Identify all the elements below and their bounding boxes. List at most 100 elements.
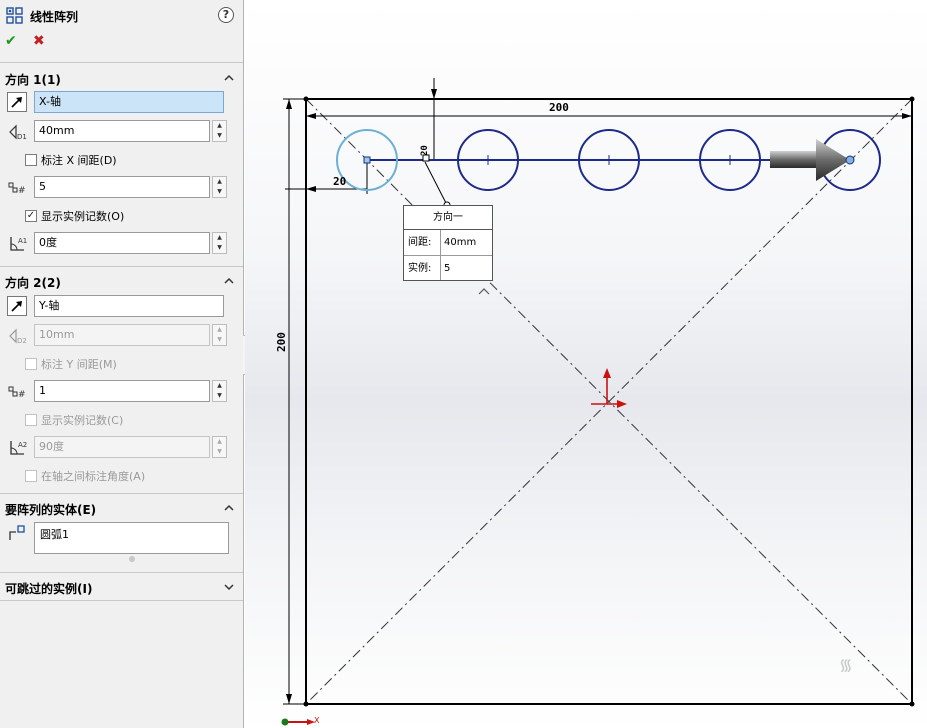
corner-point xyxy=(909,701,915,707)
direction2-count-spinner[interactable]: ▲ ▼ xyxy=(212,380,227,402)
divider xyxy=(0,266,243,267)
panel-title: 线性阵列 xyxy=(30,9,79,24)
svg-text:#: # xyxy=(18,390,26,400)
resize-grip[interactable] xyxy=(129,556,135,562)
angle-icon: A2 xyxy=(6,438,28,458)
callout-count-value[interactable]: 5 xyxy=(440,256,450,280)
direction1-count-spinner[interactable]: ▲ ▼ xyxy=(212,176,227,198)
svg-text:#: # xyxy=(18,186,26,196)
callout-title: 方向一 xyxy=(404,206,492,230)
direction2-angle-spinner[interactable]: ▲ ▼ xyxy=(212,436,227,458)
divider xyxy=(0,572,243,573)
triad-x-label: X xyxy=(314,716,320,725)
list-item[interactable]: 圆弧1 xyxy=(40,526,223,542)
chevron-up-icon xyxy=(478,288,490,295)
dimension-arrow xyxy=(306,186,316,192)
direction1-header[interactable]: 方向 1(1) xyxy=(5,71,61,88)
direction1-dim-checkbox[interactable]: 标注 X 间距(D) xyxy=(25,152,117,168)
checkbox[interactable] xyxy=(25,414,37,426)
dimension-arrow xyxy=(902,113,912,119)
direction-handle-head xyxy=(816,139,850,181)
direction1-spacing-input[interactable]: 40mm xyxy=(34,120,210,142)
callout-spacing-label: 间距: xyxy=(408,237,432,248)
spacing-icon: D1 xyxy=(6,122,28,142)
help-button[interactable]: ? xyxy=(218,7,234,23)
handle-end-point xyxy=(845,155,855,165)
chevron-up-icon[interactable] xyxy=(224,503,234,513)
direction2-angle-checkbox[interactable]: 在轴之间标注角度(A) xyxy=(25,468,145,484)
divider xyxy=(0,62,243,63)
dimension-arrow xyxy=(286,99,292,109)
direction2-count-input[interactable]: 1 xyxy=(34,380,210,402)
chevron-down-icon[interactable] xyxy=(224,582,234,592)
callout-leader xyxy=(424,161,448,206)
linear-pattern-icon xyxy=(6,7,23,24)
graphics-area[interactable]: ᯾ 200 200 20 20 方向一 间距: 40mm 实例: 5 X xyxy=(245,0,927,728)
dimension-top-text[interactable]: 200 xyxy=(549,101,569,114)
entities-header[interactable]: 要阵列的实体(E) xyxy=(5,501,96,518)
callout-count-label: 实例: xyxy=(408,263,432,274)
svg-text:A1: A1 xyxy=(18,237,27,245)
ok-button[interactable]: ✔ xyxy=(5,33,17,49)
svg-text:D2: D2 xyxy=(17,337,27,345)
dimension-arrow xyxy=(286,694,292,704)
direction2-spacing-input[interactable]: 10mm xyxy=(34,324,210,346)
checkbox-label: 标注 X 间距(D) xyxy=(41,154,117,167)
chevron-up-icon[interactable] xyxy=(224,276,234,286)
sketch-entities-icon xyxy=(6,523,28,543)
chevron-up-icon[interactable] xyxy=(224,73,234,83)
watermark-mark: ᯾ xyxy=(839,655,853,674)
property-manager-panel: 线性阵列 ? ✔ ✖ 方向 1(1) X-轴 D1 40mm ▲ ▼ 标注 X 间… xyxy=(0,0,244,728)
direction2-header[interactable]: 方向 2(2) xyxy=(5,274,61,291)
callout-spacing-value[interactable]: 40mm xyxy=(440,230,476,255)
direction1-angle-spinner[interactable]: ▲ ▼ xyxy=(212,232,227,254)
checkbox[interactable] xyxy=(25,358,37,370)
checkbox-checked[interactable]: ✓ xyxy=(25,210,37,222)
dimension-vertical-small-text[interactable]: 20 xyxy=(420,145,430,156)
triad-origin xyxy=(281,718,289,726)
divider xyxy=(0,600,243,601)
dimension-small-text[interactable]: 20 xyxy=(333,175,346,188)
dimension-left-text[interactable]: 200 xyxy=(275,332,288,352)
direction2-spacing-spinner[interactable]: ▲ ▼ xyxy=(212,324,227,346)
direction-arrow-icon[interactable] xyxy=(6,92,28,112)
checkbox-label: 在轴之间标注角度(A) xyxy=(41,470,146,483)
origin-arrow xyxy=(603,368,611,378)
direction2-show-count-checkbox[interactable]: 显示实例记数(C) xyxy=(25,412,123,428)
svg-text:D1: D1 xyxy=(17,133,27,141)
entities-listbox[interactable]: 圆弧1 xyxy=(34,522,229,554)
angle-icon: A1 xyxy=(6,234,28,254)
direction1-axis-field[interactable]: X-轴 xyxy=(34,91,224,113)
circle-center-point xyxy=(363,156,371,164)
direction1-show-count-checkbox[interactable]: ✓ 显示实例记数(O) xyxy=(25,208,124,224)
dimension-arrow xyxy=(431,89,437,99)
direction-arrow-icon[interactable] xyxy=(6,296,28,316)
checkbox-label: 显示实例记数(C) xyxy=(41,414,124,427)
direction1-angle-input[interactable]: 0度 xyxy=(34,232,210,254)
cancel-button[interactable]: ✖ xyxy=(33,33,45,49)
divider xyxy=(0,493,243,494)
direction2-dim-checkbox[interactable]: 标注 Y 间距(M) xyxy=(25,356,117,372)
svg-text:A2: A2 xyxy=(18,441,27,449)
direction1-spacing-spinner[interactable]: ▲ ▼ xyxy=(212,120,227,142)
sketch-canvas[interactable]: ᯾ xyxy=(245,0,927,728)
direction2-angle-input[interactable]: 90度 xyxy=(34,436,210,458)
callout-count-row[interactable]: 实例: 5 xyxy=(404,255,492,280)
skip-instances-header[interactable]: 可跳过的实例(I) xyxy=(5,580,92,597)
instance-count-icon: # xyxy=(6,177,28,197)
corner-point xyxy=(909,96,915,102)
checkbox-label: 显示实例记数(O) xyxy=(41,210,125,223)
dimension-arrow xyxy=(306,113,316,119)
instance-count-icon: # xyxy=(6,381,28,401)
checkbox[interactable] xyxy=(25,154,37,166)
direction1-count-input[interactable]: 5 xyxy=(34,176,210,198)
direction2-axis-field[interactable]: Y-轴 xyxy=(34,295,224,317)
direction-callout[interactable]: 方向一 间距: 40mm 实例: 5 xyxy=(403,205,493,281)
direction-handle-shaft xyxy=(770,151,820,168)
checkbox[interactable] xyxy=(25,470,37,482)
callout-spacing-row[interactable]: 间距: 40mm xyxy=(404,230,492,255)
checkbox-label: 标注 Y 间距(M) xyxy=(41,358,117,371)
panel-header: 线性阵列 xyxy=(6,6,78,26)
spacing-icon: D2 xyxy=(6,326,28,346)
origin-arrow xyxy=(617,400,627,408)
